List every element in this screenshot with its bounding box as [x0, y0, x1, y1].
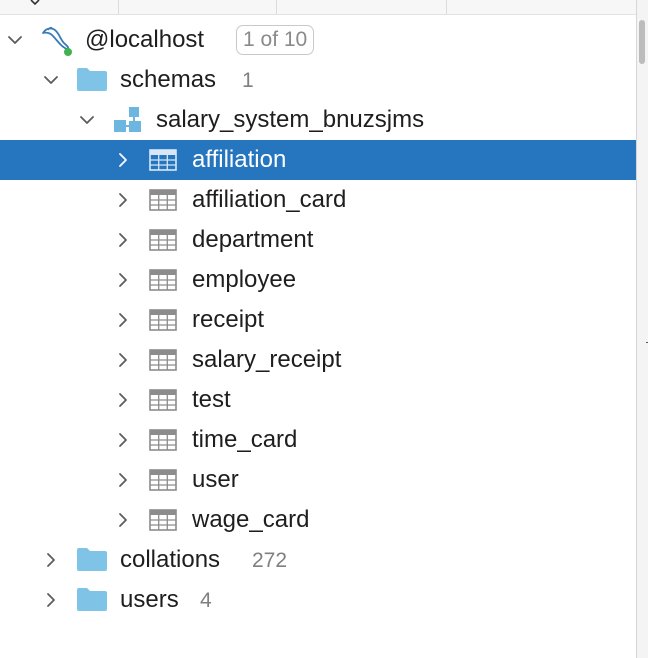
- schemas-label: schemas: [120, 66, 217, 93]
- collations-count: 272: [252, 549, 288, 572]
- schemas-node[interactable]: schemas 1: [0, 60, 636, 100]
- schema-name: salary_system_bnuzsjms: [156, 106, 425, 133]
- dropdown-caret-icon[interactable]: [30, 0, 40, 6]
- table-icon: [149, 269, 177, 291]
- table-icon: [149, 349, 177, 371]
- table-icon: [149, 509, 177, 531]
- table-row[interactable]: user: [0, 460, 636, 500]
- table-row[interactable]: receipt: [0, 300, 636, 340]
- chevron-down-icon[interactable]: [43, 72, 59, 88]
- chevron-right-icon[interactable]: [43, 552, 59, 568]
- table-row[interactable]: salary_receipt: [0, 340, 636, 380]
- table-name: salary_receipt: [192, 346, 342, 373]
- chevron-down-icon[interactable]: [79, 112, 95, 128]
- table-row[interactable]: time_card: [0, 420, 636, 460]
- table-name: department: [192, 226, 314, 253]
- folder-icon: [77, 548, 107, 571]
- chevron-right-icon[interactable]: [115, 232, 131, 248]
- table-row[interactable]: wage_card: [0, 500, 636, 540]
- users-count: 4: [200, 589, 212, 612]
- collations-node[interactable]: collations 272: [0, 540, 636, 580]
- chevron-down-icon[interactable]: [7, 32, 23, 48]
- folder-icon: [77, 68, 107, 91]
- users-node[interactable]: users 4: [0, 580, 636, 620]
- table-name: user: [192, 466, 239, 493]
- chevron-right-icon[interactable]: [115, 272, 131, 288]
- table-name: affiliation_card: [192, 186, 347, 213]
- table-name: time_card: [192, 426, 298, 453]
- top-toolbar-strip: [0, 0, 636, 15]
- chevron-right-icon[interactable]: [115, 312, 131, 328]
- table-icon: [149, 389, 177, 411]
- table-row[interactable]: test: [0, 380, 636, 420]
- connection-node[interactable]: @localhost 1 of 10: [0, 20, 636, 60]
- table-name: wage_card: [192, 506, 310, 533]
- schema-node[interactable]: salary_system_bnuzsjms: [0, 100, 636, 140]
- table-icon: [149, 309, 177, 331]
- chevron-right-icon[interactable]: [43, 592, 59, 608]
- collations-label: collations: [120, 546, 221, 573]
- schema-icon: [114, 107, 141, 132]
- toolbar-separator: [446, 0, 447, 14]
- table-icon: [149, 189, 177, 211]
- vertical-scrollbar[interactable]: [636, 0, 648, 658]
- table-icon: [149, 429, 177, 451]
- chevron-right-icon[interactable]: [115, 152, 131, 168]
- table-icon: [149, 149, 177, 171]
- table-name: receipt: [192, 306, 265, 333]
- scrollbar-thumb[interactable]: [639, 20, 645, 64]
- users-label: users: [120, 586, 179, 613]
- mysql-dolphin-icon: [42, 26, 72, 56]
- table-row[interactable]: affiliation: [0, 140, 636, 180]
- chevron-right-icon[interactable]: [115, 352, 131, 368]
- table-row[interactable]: department: [0, 220, 636, 260]
- chevron-right-icon[interactable]: [115, 472, 131, 488]
- chevron-right-icon[interactable]: [115, 192, 131, 208]
- table-name: affiliation: [192, 146, 287, 173]
- chevron-right-icon[interactable]: [115, 432, 131, 448]
- table-icon: [149, 469, 177, 491]
- chevron-right-icon[interactable]: [115, 392, 131, 408]
- table-row[interactable]: employee: [0, 260, 636, 300]
- connection-count-badge[interactable]: 1 of 10: [236, 25, 315, 55]
- table-name: employee: [192, 266, 297, 293]
- table-name: test: [192, 386, 231, 413]
- folder-icon: [77, 588, 107, 611]
- table-row[interactable]: affiliation_card: [0, 180, 636, 220]
- table-icon: [149, 229, 177, 251]
- toolbar-separator: [276, 0, 277, 14]
- connection-name: @localhost: [85, 26, 205, 53]
- chevron-right-icon[interactable]: [115, 512, 131, 528]
- toolbar-separator: [118, 0, 119, 14]
- schemas-count: 1: [242, 69, 254, 92]
